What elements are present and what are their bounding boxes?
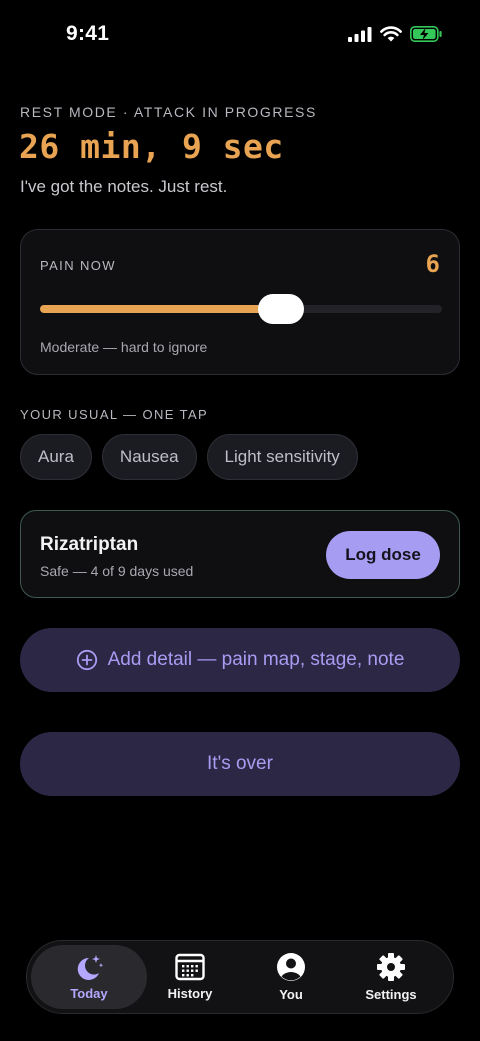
moon-stars-icon [77,955,104,980]
reassurance-text: I've got the notes. Just rest. [20,177,228,196]
attack-timer: 26 min, 9 sec [19,127,284,166]
add-detail-button[interactable]: Add detail — pain map, stage, note [20,628,460,692]
pain-card: PAIN NOW 6 Moderate — hard to ignore [20,229,460,375]
slider-fill [40,305,282,313]
medication-name: Rizatriptan [40,534,139,555]
tab-history-label: History [167,986,213,1001]
tab-today[interactable]: Today [31,945,147,1009]
gear-icon [377,953,405,981]
status-bar: 9:41 [0,0,480,72]
tab-today-label: Today [70,986,108,1001]
status-icons [348,26,442,42]
status-time: 9:41 [66,22,110,45]
pain-slider[interactable] [40,294,442,324]
pain-label: PAIN NOW [40,258,116,273]
person-icon [277,953,305,981]
symptom-chips: Aura Nausea Light sensitivity [20,434,358,480]
tab-bar: Today History You Settings [26,940,454,1014]
plus-circle-icon [76,649,97,671]
tab-settings-label: Settings [365,987,417,1002]
calendar-icon [175,953,205,981]
add-detail-label: Add detail — pain map, stage, note [107,649,405,670]
chip-light-sensitivity[interactable]: Light sensitivity [206,434,358,480]
mode-eyebrow: REST MODE · ATTACK IN PROGRESS [20,104,317,120]
its-over-button[interactable]: It's over [20,732,460,796]
pain-description: Moderate — hard to ignore [40,339,208,355]
tab-settings[interactable]: Settings [341,945,441,1009]
battery-icon [410,26,442,42]
medication-status: Safe — 4 of 9 days used [40,563,194,579]
log-dose-button[interactable]: Log dose [326,531,440,579]
chip-nausea[interactable]: Nausea [101,434,197,480]
slider-thumb[interactable] [258,294,305,324]
medication-card: Rizatriptan Safe — 4 of 9 days used Log … [20,510,460,598]
usual-label: YOUR USUAL — ONE TAP [20,407,209,422]
tab-you-label: You [279,987,303,1002]
tab-you[interactable]: You [241,945,341,1009]
signal-icon [348,26,372,42]
wifi-icon [380,26,402,42]
pain-value: 6 [425,250,440,278]
tab-history[interactable]: History [140,945,240,1009]
chip-aura[interactable]: Aura [20,434,92,480]
